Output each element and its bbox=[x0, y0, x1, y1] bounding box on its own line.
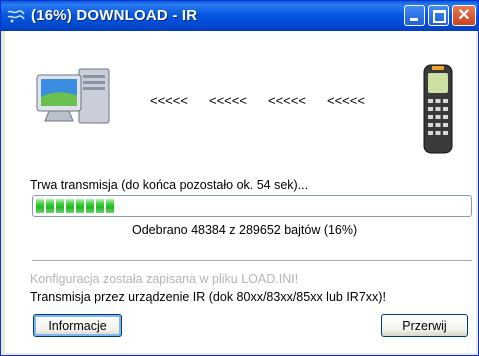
download-window: (16%) DOWNLOAD - IR ✕ <<<<< <<<<< <<<<< … bbox=[0, 0, 479, 356]
window-title: (16%) DOWNLOAD - IR bbox=[31, 7, 198, 24]
dialog-body: <<<<< <<<<< <<<<< <<<<< Trwa transmisja … bbox=[5, 31, 476, 353]
stop-button[interactable]: Przerwij bbox=[381, 314, 468, 337]
transfer-arrow: <<<<< bbox=[209, 93, 247, 108]
maximize-button[interactable] bbox=[428, 5, 449, 26]
title-bar[interactable]: (16%) DOWNLOAD - IR ✕ bbox=[1, 1, 478, 31]
progress-segment bbox=[86, 199, 94, 213]
minimize-icon bbox=[410, 18, 418, 21]
progress-segment bbox=[56, 199, 64, 213]
progress-fill bbox=[36, 199, 114, 213]
minimize-button[interactable] bbox=[404, 5, 425, 26]
app-icon bbox=[7, 10, 25, 23]
info-button[interactable]: Informacje bbox=[33, 314, 122, 337]
divider bbox=[32, 260, 472, 262]
transfer-arrow: <<<<< bbox=[268, 93, 306, 108]
transfer-arrow: <<<<< bbox=[150, 93, 188, 108]
progress-segment bbox=[106, 199, 114, 213]
scanner-device-icon bbox=[423, 64, 453, 154]
download-progress-bar bbox=[32, 195, 472, 217]
progress-segment bbox=[96, 199, 104, 213]
computer-icon bbox=[36, 68, 110, 124]
progress-segment bbox=[76, 199, 84, 213]
progress-segment bbox=[36, 199, 44, 213]
bytes-received-text: Odebrano 48384 z 289652 bajtów (16%) bbox=[132, 223, 358, 237]
transfer-status-label: Trwa transmisja (do końca pozostało ok. … bbox=[30, 178, 309, 192]
progress-segment bbox=[66, 199, 74, 213]
maximize-icon bbox=[433, 10, 446, 23]
close-button[interactable]: ✕ bbox=[452, 5, 476, 26]
transfer-arrow: <<<<< bbox=[327, 93, 365, 108]
config-saved-message: Konfiguracja została zapisana w pliku LO… bbox=[30, 272, 299, 286]
ir-transfer-message: Transmisja przez urządzenie IR (dok 80xx… bbox=[30, 290, 386, 304]
progress-segment bbox=[46, 199, 54, 213]
close-icon: ✕ bbox=[457, 7, 471, 24]
